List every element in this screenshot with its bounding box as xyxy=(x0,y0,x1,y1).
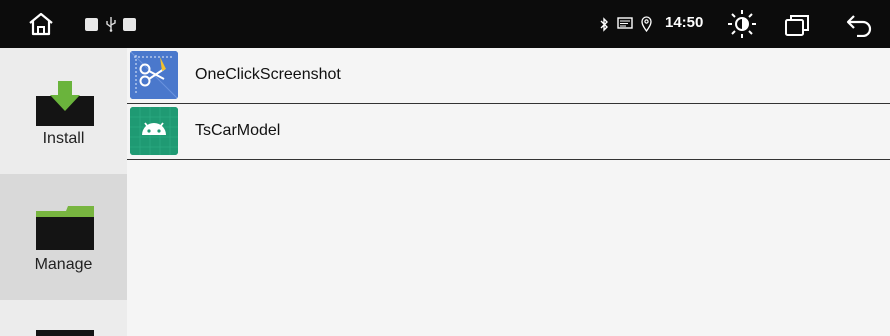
clock-time: 14:50 xyxy=(665,14,704,31)
notification-icon xyxy=(122,17,136,31)
screen-cast-icon xyxy=(617,16,633,32)
app-name: OneClickScreenshot xyxy=(195,66,341,83)
sidebar-item-label: Manage xyxy=(34,256,93,273)
location-icon xyxy=(640,15,652,33)
android-icon xyxy=(130,107,178,155)
brightness-icon[interactable] xyxy=(725,8,759,40)
folder-icon xyxy=(36,330,94,336)
list-item[interactable]: TsCarModel xyxy=(127,104,890,160)
folder-icon xyxy=(36,204,94,250)
app-name: TsCarModel xyxy=(195,122,281,139)
sidebar: Install Manage xyxy=(0,48,127,336)
sidebar-item-more[interactable] xyxy=(0,300,127,336)
back-icon[interactable] xyxy=(844,12,874,38)
recent-apps-icon[interactable] xyxy=(783,12,811,38)
install-icon xyxy=(36,78,94,128)
bluetooth-icon xyxy=(598,16,610,32)
home-icon[interactable] xyxy=(26,10,56,38)
sidebar-item-manage[interactable]: Manage xyxy=(0,174,127,300)
sidebar-item-label: Install xyxy=(42,130,85,147)
status-bar: 14:50 xyxy=(0,0,890,48)
notification-icon xyxy=(84,17,98,31)
app-list: OneClickScreenshot TsCarModel xyxy=(127,48,890,336)
usb-icon xyxy=(104,15,118,33)
list-item[interactable]: OneClickScreenshot xyxy=(127,48,890,104)
sidebar-item-install[interactable]: Install xyxy=(0,48,127,174)
scissors-icon xyxy=(130,51,178,99)
